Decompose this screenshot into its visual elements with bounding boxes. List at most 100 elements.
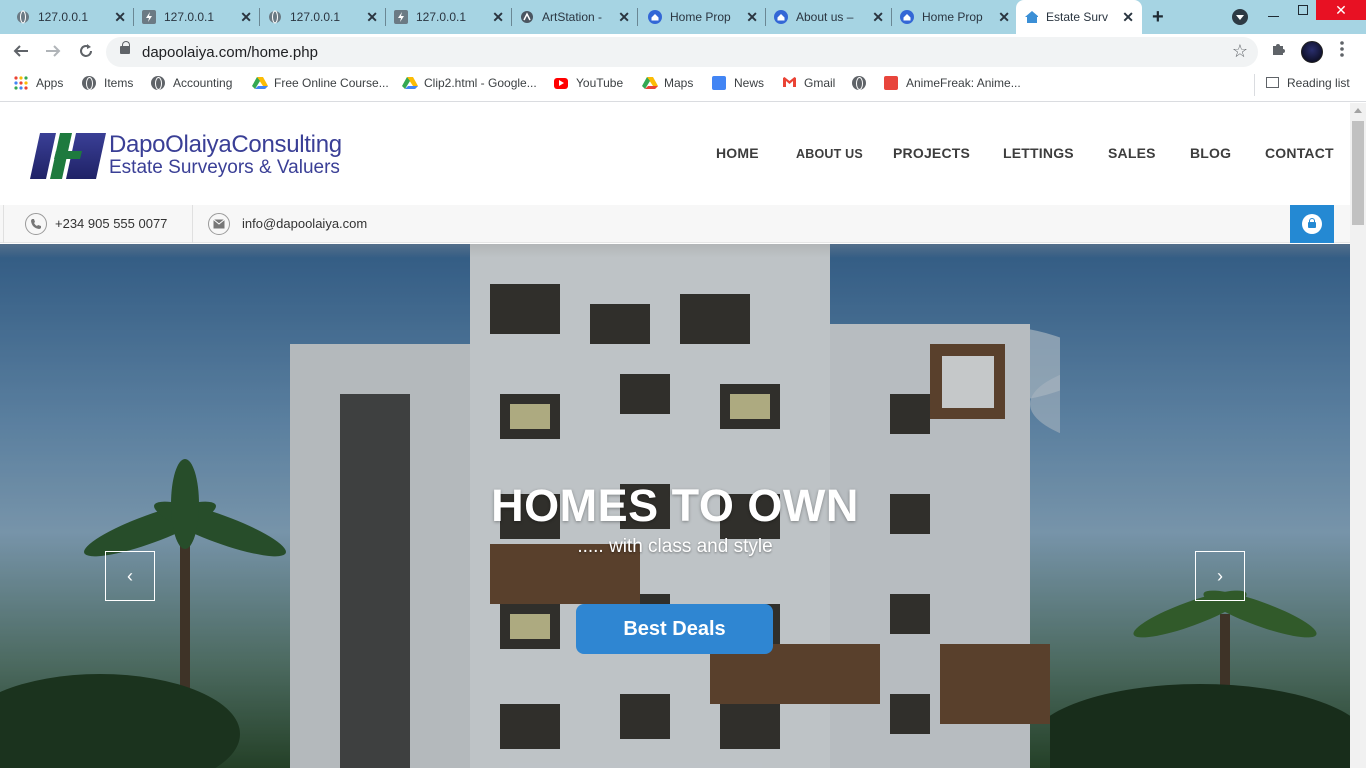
window-close-button[interactable]: ✕ bbox=[1316, 0, 1366, 20]
best-deals-button[interactable]: Best Deals bbox=[576, 604, 773, 654]
bookmark-clip2[interactable]: Clip2.html - Google... bbox=[402, 76, 537, 90]
bookmark-youtube[interactable]: YouTube bbox=[554, 76, 623, 90]
news-icon bbox=[712, 76, 726, 90]
divider bbox=[192, 205, 193, 243]
bookmark-label: Gmail bbox=[804, 76, 836, 90]
maximize-icon[interactable] bbox=[1298, 5, 1308, 15]
bookmarks-bar: Apps Items Accounting Free Online Course… bbox=[0, 70, 1366, 102]
browser-tab[interactable]: Home Prop ✕ bbox=[892, 0, 1018, 34]
close-tab-icon[interactable]: ✕ bbox=[240, 9, 252, 26]
bookmark-news[interactable]: News bbox=[712, 76, 764, 90]
profile-avatar[interactable] bbox=[1301, 41, 1323, 63]
bookmark-label: Maps bbox=[664, 76, 694, 90]
tab-title: 127.0.0.1 bbox=[290, 10, 341, 24]
logo-subtitle[interactable]: Estate Surveyors & Valuers bbox=[109, 157, 340, 179]
tab-title: 127.0.0.1 bbox=[38, 10, 89, 24]
close-tab-icon[interactable]: ✕ bbox=[114, 9, 126, 26]
drive-icon bbox=[402, 76, 418, 90]
tab-search-icon[interactable] bbox=[1232, 9, 1248, 25]
browser-tab[interactable]: About us – ✕ bbox=[766, 0, 892, 34]
lightning-icon bbox=[394, 10, 408, 24]
extensions-puzzle-icon[interactable] bbox=[1270, 41, 1286, 62]
artstation-icon bbox=[520, 10, 534, 24]
bookmark-maps[interactable]: Maps bbox=[642, 76, 693, 90]
forward-arrow-icon[interactable] bbox=[44, 42, 62, 65]
page-scrollbar[interactable] bbox=[1350, 103, 1366, 768]
bookmark-label: YouTube bbox=[576, 76, 624, 90]
logo-title[interactable]: DapoOlaiyaConsulting bbox=[109, 131, 342, 159]
bookmark-label: Items bbox=[104, 76, 134, 90]
nav-lettings[interactable]: LETTINGS bbox=[1003, 145, 1074, 161]
slider-next-button[interactable]: › bbox=[1195, 551, 1245, 601]
address-bar[interactable]: dapoolaiya.com/home.php ☆ bbox=[106, 37, 1258, 67]
lock-icon[interactable] bbox=[120, 41, 130, 54]
apps-grid-icon bbox=[14, 76, 28, 90]
bookmark-star-icon[interactable]: ☆ bbox=[1232, 41, 1248, 62]
close-tab-icon[interactable]: ✕ bbox=[1122, 9, 1134, 26]
globe-icon bbox=[16, 10, 30, 24]
lock-icon bbox=[1302, 214, 1322, 234]
scrollbar-thumb[interactable] bbox=[1352, 121, 1364, 225]
browser-tab[interactable]: ArtStation - ✕ bbox=[512, 0, 638, 34]
browser-tab[interactable]: 127.0.0.1 ✕ bbox=[134, 0, 260, 34]
nav-about-us[interactable]: ABOUT US bbox=[796, 147, 863, 161]
reading-list-button[interactable]: Reading list bbox=[1266, 76, 1350, 90]
logo-mark-icon[interactable] bbox=[30, 133, 108, 184]
kebab-menu-icon[interactable] bbox=[1340, 40, 1344, 58]
minimize-icon[interactable] bbox=[1268, 16, 1279, 17]
nav-blog[interactable]: BLOG bbox=[1190, 145, 1231, 161]
envelope-icon bbox=[208, 213, 230, 235]
maps-icon bbox=[642, 76, 658, 90]
home-app-icon bbox=[774, 10, 788, 24]
home-app-icon bbox=[900, 10, 914, 24]
url-text[interactable]: dapoolaiya.com/home.php bbox=[142, 44, 318, 61]
close-tab-icon[interactable]: ✕ bbox=[872, 9, 884, 26]
slider-prev-button[interactable]: ‹ bbox=[105, 551, 155, 601]
browser-tab[interactable]: Home Prop ✕ bbox=[640, 0, 766, 34]
tab-title: Home Prop bbox=[670, 10, 731, 24]
phone-icon bbox=[25, 213, 47, 235]
bookmark-globe[interactable] bbox=[852, 76, 874, 90]
close-tab-icon[interactable]: ✕ bbox=[746, 9, 758, 26]
globe-icon bbox=[268, 10, 282, 24]
bookmark-animefreak[interactable]: AnimeFreak: Anime... bbox=[884, 76, 1021, 90]
reload-icon[interactable] bbox=[77, 42, 95, 65]
browser-tab[interactable]: 127.0.0.1 ✕ bbox=[8, 0, 134, 34]
login-button[interactable] bbox=[1290, 205, 1334, 243]
close-tab-icon[interactable]: ✕ bbox=[618, 9, 630, 26]
nav-home[interactable]: HOME bbox=[716, 145, 759, 161]
bookmark-free-online-course[interactable]: Free Online Course... bbox=[252, 76, 389, 90]
bookmark-items[interactable]: Items bbox=[82, 76, 133, 90]
bookmark-apps[interactable]: Apps bbox=[14, 76, 63, 90]
bookmark-label: Clip2.html - Google... bbox=[424, 76, 537, 90]
bookmark-gmail[interactable]: Gmail bbox=[782, 76, 835, 90]
gmail-icon bbox=[782, 76, 796, 90]
close-tab-icon[interactable]: ✕ bbox=[366, 9, 378, 26]
tab-title: ArtStation - bbox=[542, 10, 603, 24]
hero-title: HOMES TO OWN bbox=[491, 480, 859, 531]
email-address[interactable]: info@dapoolaiya.com bbox=[242, 216, 367, 231]
bookmark-label: AnimeFreak: Anime... bbox=[906, 76, 1021, 90]
site-header: DapoOlaiyaConsulting Estate Surveyors & … bbox=[0, 103, 1350, 205]
youtube-icon bbox=[554, 77, 568, 89]
tab-title: Estate Surv bbox=[1046, 10, 1109, 24]
close-tab-icon[interactable]: ✕ bbox=[492, 9, 504, 26]
reading-list-label: Reading list bbox=[1287, 76, 1350, 90]
bookmark-accounting[interactable]: Accounting bbox=[151, 76, 232, 90]
close-tab-icon[interactable]: ✕ bbox=[998, 9, 1010, 26]
browser-tab-active[interactable]: Estate Surv ✕ bbox=[1016, 0, 1142, 34]
bookmark-divider bbox=[1254, 74, 1255, 96]
animefreak-icon bbox=[884, 76, 898, 90]
nav-sales[interactable]: SALES bbox=[1108, 145, 1156, 161]
back-arrow-icon[interactable] bbox=[12, 42, 30, 65]
browser-tab[interactable]: 127.0.0.1 ✕ bbox=[386, 0, 512, 34]
browser-tab[interactable]: 127.0.0.1 ✕ bbox=[260, 0, 386, 34]
nav-contact[interactable]: CONTACT bbox=[1265, 145, 1334, 161]
lightning-icon bbox=[142, 10, 156, 24]
new-tab-button[interactable]: + bbox=[1152, 6, 1164, 29]
phone-number[interactable]: +234 905 555 0077 bbox=[55, 216, 167, 231]
nav-projects[interactable]: PROJECTS bbox=[893, 145, 970, 161]
bookmark-label: Apps bbox=[36, 76, 64, 90]
tab-title: 127.0.0.1 bbox=[164, 10, 215, 24]
scroll-up-arrow-icon[interactable] bbox=[1354, 108, 1362, 113]
